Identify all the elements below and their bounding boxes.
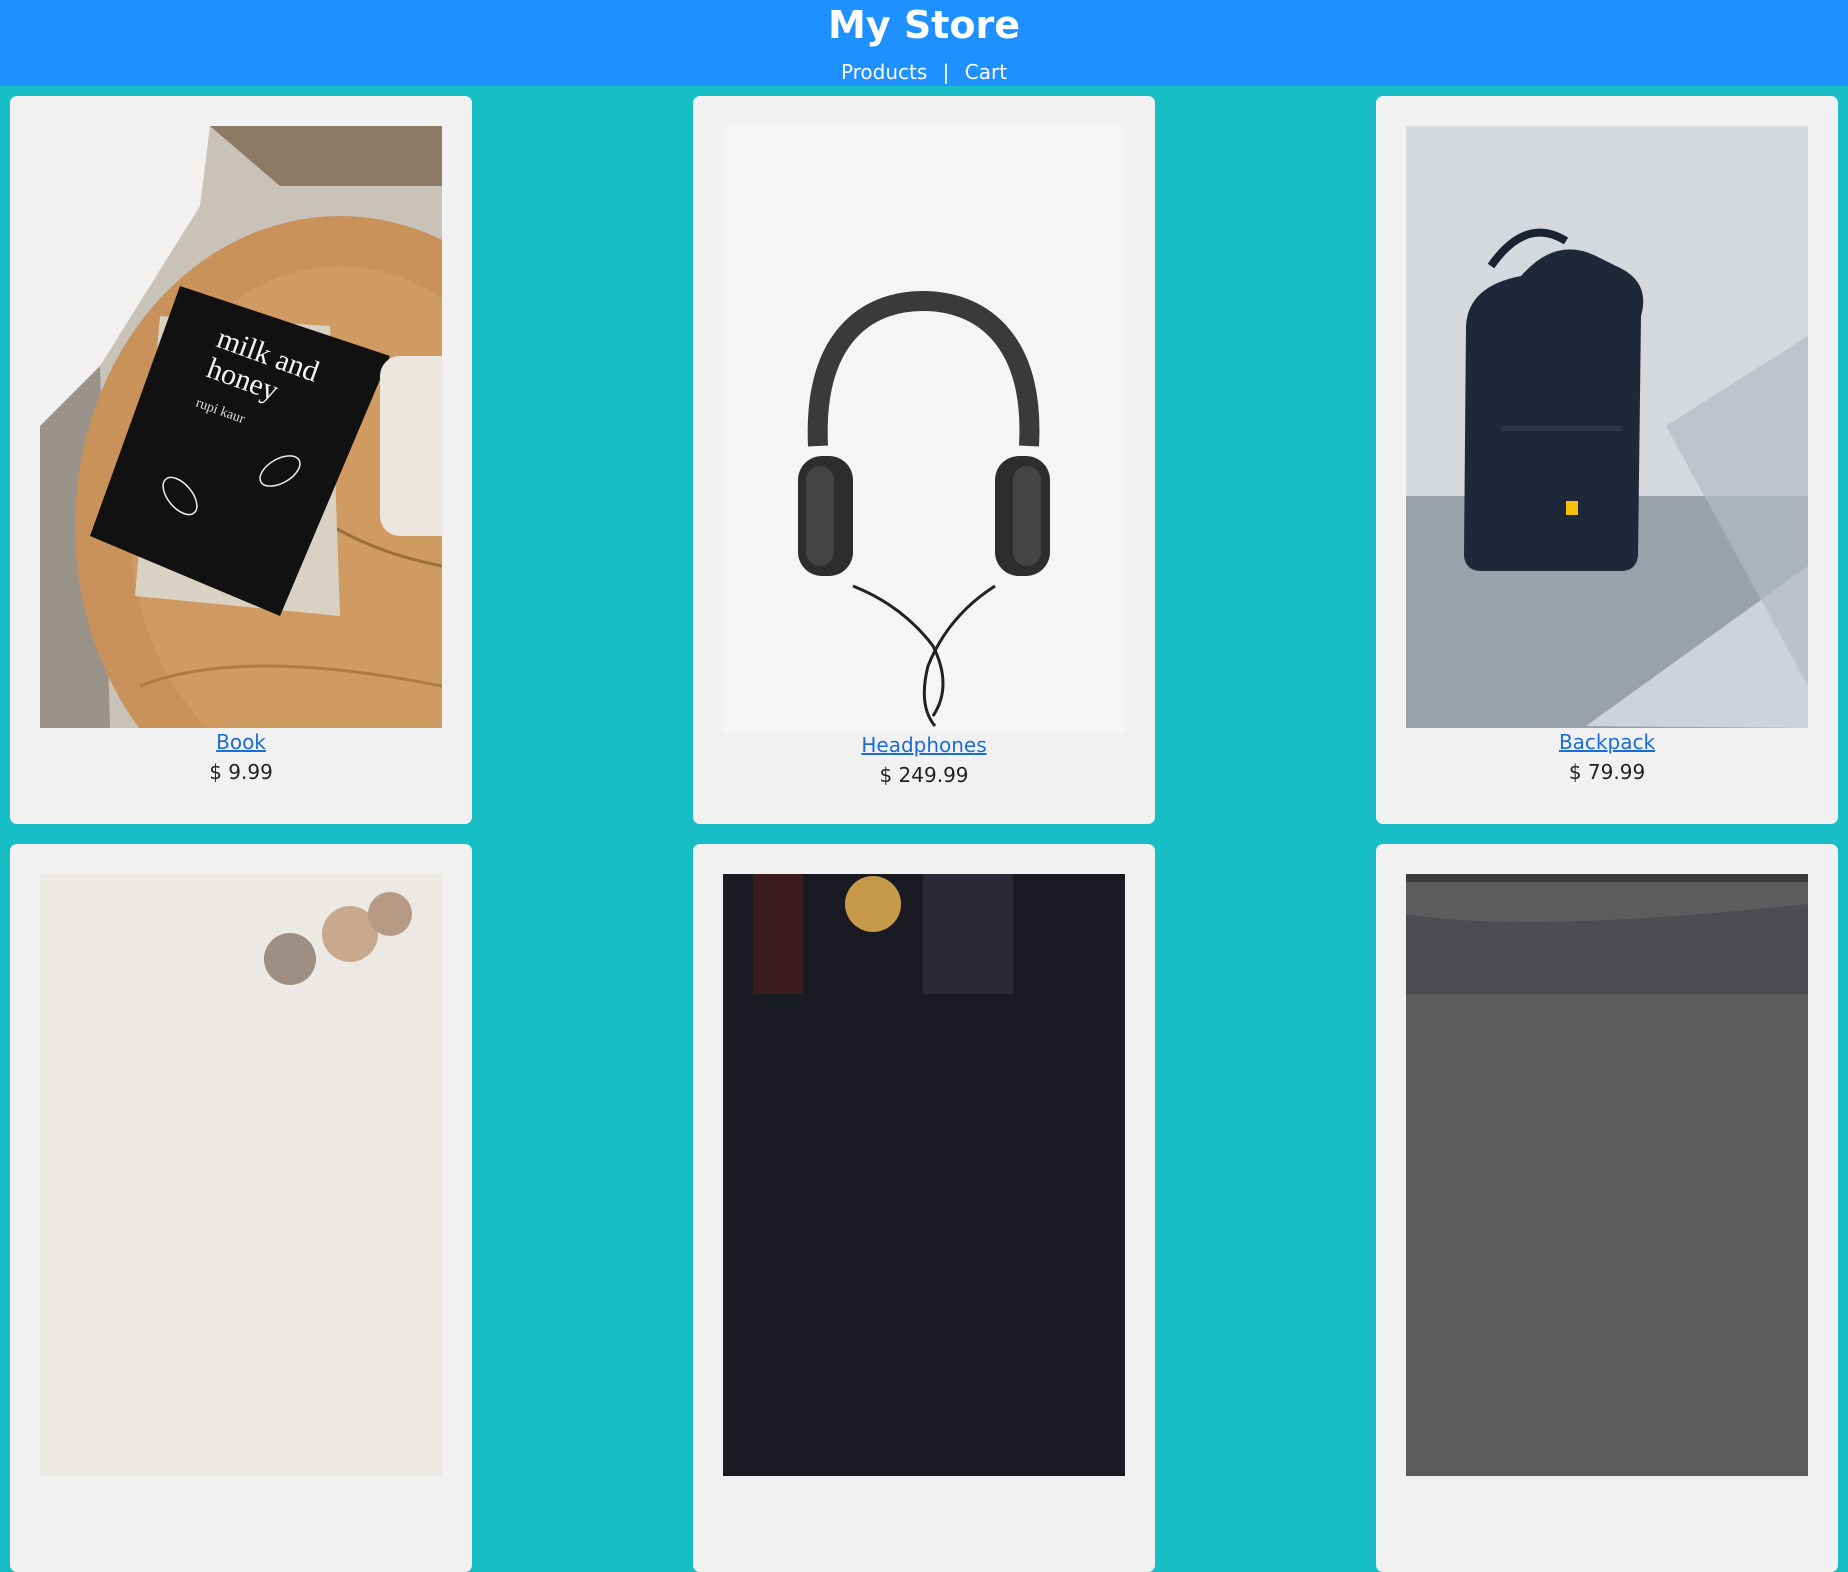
product-image-headphones[interactable] [723, 126, 1125, 733]
product-name-link[interactable]: Backpack [1376, 730, 1838, 754]
product-name-link[interactable]: Book [10, 730, 472, 754]
main-nav: Products | Cart [0, 60, 1848, 84]
product-image-5[interactable] [723, 874, 1125, 1476]
nav-cart-link[interactable]: Cart [965, 60, 1007, 84]
product-card-6 [1376, 844, 1838, 1572]
product-price: $ 249.99 [879, 763, 969, 787]
product-image-book[interactable]: milk and honey rupi kaur [40, 126, 442, 728]
product-name-link[interactable]: Headphones [693, 733, 1155, 757]
product-image-backpack[interactable] [1406, 126, 1808, 728]
product-card-book: milk and honey rupi kaur Book $ 9.99 [10, 96, 472, 824]
site-header: My Store Products | Cart [0, 0, 1848, 86]
store-title: My Store [828, 3, 1020, 47]
product-card-5 [693, 844, 1155, 1572]
product-price: $ 9.99 [209, 760, 273, 784]
nav-products-link[interactable]: Products [841, 60, 927, 84]
product-image-4[interactable] [40, 874, 442, 1476]
product-card-headphones: Headphones $ 249.99 [693, 96, 1155, 824]
product-price: $ 79.99 [1568, 760, 1646, 784]
product-card-4 [10, 844, 472, 1572]
product-card-backpack: Backpack $ 79.99 [1376, 96, 1838, 824]
product-image-6[interactable] [1406, 874, 1808, 1476]
nav-separator: | [942, 60, 950, 84]
